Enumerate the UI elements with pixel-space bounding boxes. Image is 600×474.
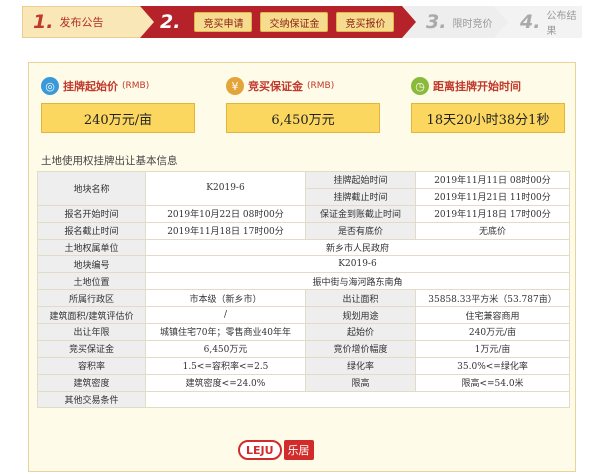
label-cell: 挂牌截止时间: [305, 187, 416, 206]
value-cell: 35858.33平方米（53.787亩）: [415, 289, 570, 308]
label-cell: 起始价: [305, 323, 416, 341]
label-cell: 是否有底价: [305, 221, 416, 240]
label-cell: 土地权属单位: [37, 238, 146, 257]
countdown-value: 18天20小时38分1秒: [411, 103, 565, 133]
summary-cards: ◎ 挂牌起始价 (RMB) 240万元/亩 ¥ 竞买保证金 (RMB) 6,45…: [41, 75, 565, 143]
label-cell: 所属行政区: [37, 289, 146, 308]
value-cell: 2019年11月11日 08时00分: [415, 171, 570, 189]
value-cell: 240万元/亩: [415, 323, 570, 341]
globe-icon: ◎: [41, 77, 59, 95]
label-cell: 建筑面积/建筑评估价: [37, 306, 146, 325]
step-label: 发布公告: [59, 16, 104, 29]
leju-logo: LEJU 乐居: [238, 440, 314, 460]
value-cell: 市本级（新乡市）: [145, 289, 306, 308]
value-cell: 2019年10月22日 08时00分: [145, 204, 306, 223]
value-cell: 无底价: [415, 221, 570, 240]
step-bidding: 2. 竞买申请 交纳保证金 竞买报价: [140, 6, 416, 38]
label-cell: 地块编号: [37, 255, 146, 274]
clock-icon: ◷: [411, 77, 429, 95]
coins-icon: ¥: [226, 77, 244, 95]
logo-text: 乐居: [283, 440, 314, 460]
value-cell: 2019年11月18日 17时00分: [415, 204, 570, 223]
value-cell: 城镇住宅70年；零售商业40年年: [145, 323, 306, 341]
value-cell: 1万元/亩: [415, 339, 570, 358]
label-cell: 保证金到账截止时间: [305, 204, 416, 223]
bid-quote-button[interactable]: 竞买报价: [336, 12, 395, 32]
label-cell: 规划用途: [305, 306, 416, 325]
value-cell: 1.5<=容积率<=2.5: [145, 356, 306, 375]
value-cell: 35.0%<=绿化率: [415, 356, 570, 375]
value-cell: 住宅兼容商用: [415, 306, 570, 325]
step-number: 3.: [426, 11, 447, 33]
table-row: 竞买保证金 6,450万元 竞价增价幅度 1万元/亩: [37, 339, 570, 358]
label-cell: 报名开始时间: [37, 204, 146, 223]
table-row: 土地权属单位 新乡市人民政府: [37, 238, 570, 257]
value-cell: /: [145, 306, 306, 325]
table-row: 地块编号 K2019-6: [37, 255, 570, 274]
table-row: 报名截止时间 2019年11月18日 17时00分 是否有底价 无底价: [37, 221, 570, 240]
listing-panel: ◎ 挂牌起始价 (RMB) 240万元/亩 ¥ 竞买保证金 (RMB) 6,45…: [28, 62, 576, 472]
step-label: 限时竞价: [452, 18, 493, 30]
value-cell: 振中街与海河路东南角: [145, 272, 570, 291]
label-cell: 地块名称: [37, 171, 146, 206]
label-cell: 挂牌起始时间: [305, 171, 416, 189]
pay-deposit-button[interactable]: 交纳保证金: [260, 12, 329, 32]
value-cell: K2019-6: [145, 171, 306, 206]
table-row: 地块名称 K2019-6 挂牌起始时间 2019年11月11日 08时00分: [37, 171, 570, 206]
value-cell: 2019年11月18日 17时00分: [145, 221, 306, 240]
table-row: 建筑密度 建筑密度<=24.0% 限高 限高<=54.0米: [37, 373, 570, 392]
value-cell: K2019-6: [145, 255, 570, 274]
countdown-card: ◷ 距离挂牌开始时间 18天20小时38分1秒: [411, 75, 565, 143]
step-number: 1.: [33, 11, 54, 33]
table-row: 其他交易条件: [37, 390, 570, 409]
label-cell: 竞价增价幅度: [305, 339, 416, 358]
label-cell: 容积率: [37, 356, 146, 375]
label-cell: 出让年限: [37, 323, 146, 341]
start-price-card: ◎ 挂牌起始价 (RMB) 240万元/亩: [41, 75, 195, 143]
label-cell: 土地位置: [37, 272, 146, 291]
start-price-value: 240万元/亩: [41, 103, 195, 133]
label-cell: 建筑密度: [37, 373, 146, 392]
table-row: 容积率 1.5<=容积率<=2.5 绿化率 35.0%<=绿化率: [37, 356, 570, 375]
bid-apply-button[interactable]: 竞买申请: [194, 12, 253, 32]
value-cell: 6,450万元: [145, 339, 306, 358]
card-title: 竞买保证金: [248, 80, 303, 93]
card-title: 挂牌起始价: [63, 80, 118, 93]
deposit-card: ¥ 竞买保证金 (RMB) 6,450万元: [226, 75, 380, 143]
label-cell: 其他交易条件: [37, 390, 146, 409]
table-row: 建筑面积/建筑评估价 / 规划用途 住宅兼容商用: [37, 306, 570, 325]
label-cell: 限高: [305, 373, 416, 392]
step-number: 4.: [520, 11, 541, 33]
table-row: 出让年限 城镇住宅70年；零售商业40年年 起始价 240万元/亩: [37, 323, 570, 341]
table-row: 所属行政区 市本级（新乡市） 出让面积 35858.33平方米（53.787亩）: [37, 289, 570, 308]
step-label: 公布结果: [546, 11, 577, 37]
label-cell: 绿化率: [305, 356, 416, 375]
logo-mark: LEJU: [238, 440, 282, 460]
card-unit: (RMB): [122, 81, 150, 91]
card-unit: (RMB): [307, 81, 335, 91]
value-cell: 新乡市人民政府: [145, 238, 570, 257]
step-publish-notice[interactable]: 1. 发布公告: [22, 6, 154, 38]
value-cell: 2019年11月21日 11时00分: [415, 187, 570, 206]
label-cell: 竞买保证金: [37, 339, 146, 358]
label-cell: 出让面积: [305, 289, 416, 308]
process-steps: 1. 发布公告 2. 竞买申请 交纳保证金 竞买报价 3. 限时竞价 4. 公布…: [22, 6, 582, 38]
card-title: 距离挂牌开始时间: [433, 80, 521, 93]
table-row: 报名开始时间 2019年10月22日 08时00分 保证金到账截止时间 2019…: [37, 204, 570, 223]
table-row: 土地位置 振中街与海河路东南角: [37, 272, 570, 291]
step-number: 2.: [160, 11, 181, 33]
value-cell: 建筑密度<=24.0%: [145, 373, 306, 392]
land-info-table: 地块名称 K2019-6 挂牌起始时间 2019年11月11日 08时00分 挂…: [37, 171, 570, 409]
section-title: 土地使用权挂牌出让基本信息: [41, 155, 178, 167]
deposit-value: 6,450万元: [226, 103, 380, 133]
value-cell: [145, 390, 570, 409]
label-cell: 报名截止时间: [37, 221, 146, 240]
value-cell: 限高<=54.0米: [415, 373, 570, 392]
